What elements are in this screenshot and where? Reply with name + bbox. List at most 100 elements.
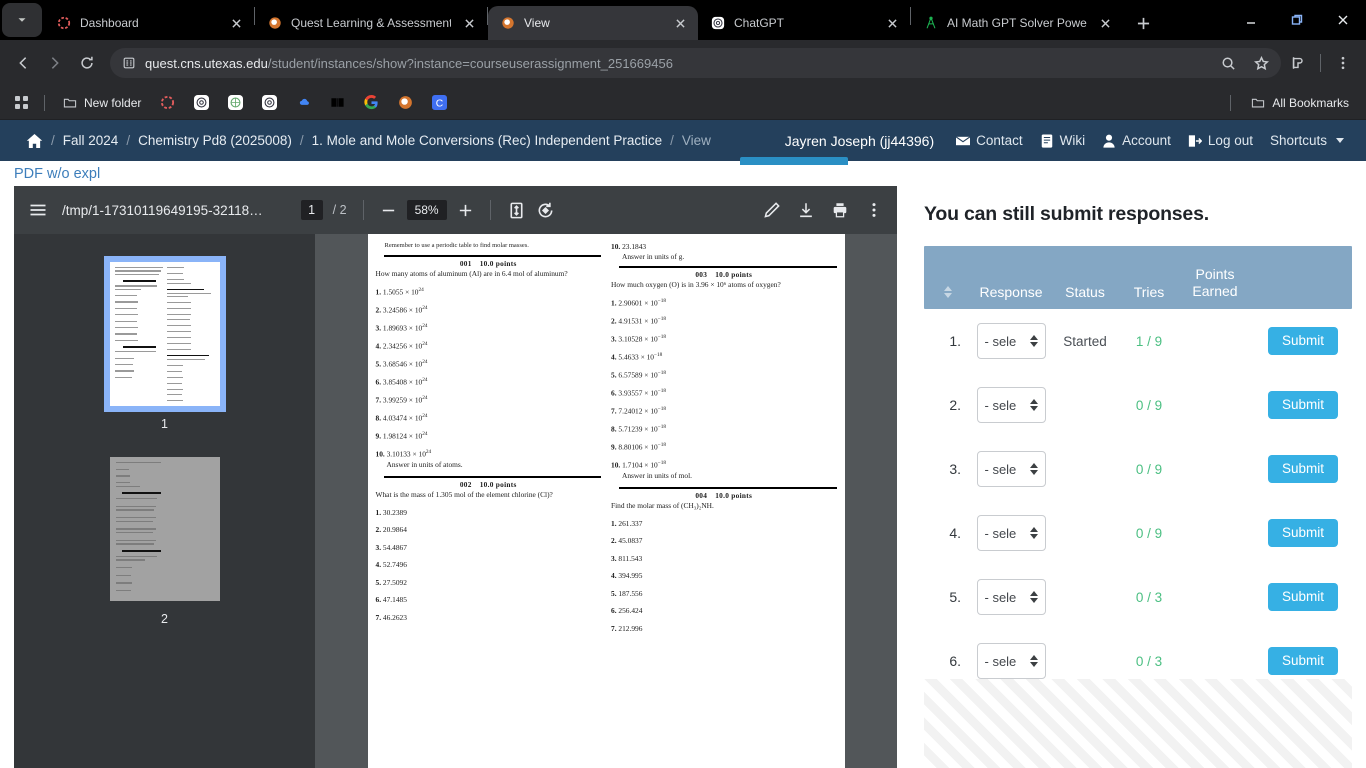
row-tries: 0 / 9 xyxy=(1135,525,1163,541)
back-button[interactable] xyxy=(8,48,38,78)
site-info-icon[interactable] xyxy=(122,56,136,70)
menu-icon[interactable] xyxy=(28,200,48,220)
navbar-shortcuts-dropdown[interactable]: Shortcuts xyxy=(1270,133,1344,148)
close-icon[interactable] xyxy=(1095,13,1115,33)
close-icon[interactable] xyxy=(670,13,690,33)
submit-button[interactable]: Submit xyxy=(1267,326,1338,356)
browser-tab-quest[interactable]: Quest Learning & Assessment xyxy=(255,6,487,40)
table-row: 3. - sele 0 / 9 Submit xyxy=(924,437,1352,501)
pdf-choice-list: 1. 30.2389 2. 20.9864 3. 54.4867 4. 52.7… xyxy=(376,508,602,622)
tab-title: Quest Learning & Assessment xyxy=(291,16,451,30)
bookmark-new-folder[interactable]: New folder xyxy=(55,92,148,114)
submit-cell: Submit xyxy=(1251,454,1352,484)
rotate-icon[interactable] xyxy=(536,201,555,220)
submit-button[interactable]: Submit xyxy=(1267,454,1338,484)
submit-button[interactable]: Submit xyxy=(1267,390,1338,420)
bookmark-google-drive[interactable] xyxy=(288,92,318,114)
reload-button[interactable] xyxy=(72,48,102,78)
response-select[interactable]: - sele xyxy=(976,515,1046,551)
download-icon[interactable] xyxy=(797,201,815,219)
navbar-contact-link[interactable]: Contact xyxy=(956,133,1023,148)
maximize-restore-button[interactable] xyxy=(1274,0,1320,40)
new-tab-button[interactable] xyxy=(1129,9,1157,37)
zoom-out-button[interactable] xyxy=(380,202,397,219)
quest-icon xyxy=(397,95,413,111)
breadcrumb-item-assignment[interactable]: 1. Mole and Mole Conversions (Rec) Indep… xyxy=(312,133,662,148)
response-select-cell: - sele xyxy=(971,451,1051,487)
pdf-zoom-level[interactable]: 58% xyxy=(406,200,447,220)
points-line-2: Earned xyxy=(1192,282,1238,299)
bookmark-quest-dashboard[interactable] xyxy=(152,92,182,114)
more-vertical-icon[interactable] xyxy=(1328,48,1358,78)
annotate-pencil-icon[interactable] xyxy=(763,201,781,219)
submit-cell: Submit xyxy=(1251,390,1352,420)
home-icon[interactable] xyxy=(26,133,43,149)
chevron-updown-icon xyxy=(1029,463,1038,475)
pdf-choice: 10. 23.1843 xyxy=(611,242,647,251)
close-icon[interactable] xyxy=(459,13,479,33)
response-select[interactable]: - sele xyxy=(976,387,1046,423)
browser-tab-chatgpt[interactable]: ChatGPT xyxy=(698,6,910,40)
pdf-choice: 1. 261.337 xyxy=(611,518,643,528)
logout-icon xyxy=(1188,134,1202,148)
tab-search-button[interactable] xyxy=(2,3,42,37)
submit-button[interactable]: Submit xyxy=(1267,582,1338,612)
forward-button[interactable] xyxy=(40,48,70,78)
pdf-thumbnail-page-1[interactable]: 1 xyxy=(103,256,226,431)
url-text: quest.cns.utexas.edu/student/instances/s… xyxy=(145,56,1207,71)
browser-tab-ai-math[interactable]: AI Math GPT Solver Powered xyxy=(911,6,1123,40)
fit-page-icon[interactable] xyxy=(507,201,526,220)
responses-table: Response Status Tries Points Earned 1. -… xyxy=(924,246,1352,693)
more-vertical-icon[interactable] xyxy=(865,201,883,219)
close-icon[interactable] xyxy=(226,13,246,33)
breadcrumb-item-course[interactable]: Chemistry Pd8 (2025008) xyxy=(138,133,292,148)
pdf-choice: 5. 27.5092 xyxy=(375,577,407,587)
bookmark-google[interactable] xyxy=(356,92,386,114)
breadcrumb-item-term[interactable]: Fall 2024 xyxy=(63,133,119,148)
search-icon[interactable] xyxy=(1216,51,1240,75)
submit-button[interactable]: Submit xyxy=(1267,646,1338,676)
navbar-wiki-link[interactable]: Wiki xyxy=(1040,133,1085,148)
pdf-without-explanation-link[interactable]: PDF w/o expl xyxy=(14,166,100,182)
row-tries: 0 / 9 xyxy=(1135,397,1163,413)
pdf-page-area[interactable]: Remember to use a periodic table to find… xyxy=(315,234,897,768)
bookmark-star-icon[interactable] xyxy=(1249,51,1273,75)
navbar-logout-link[interactable]: Log out xyxy=(1188,133,1253,148)
bookmark-canvas[interactable]: C xyxy=(424,92,454,114)
column-header-tries: Tries xyxy=(1133,284,1165,300)
response-select[interactable]: - sele xyxy=(976,451,1046,487)
sort-column-header[interactable] xyxy=(924,286,971,300)
bookmark-chatgpt-1[interactable] xyxy=(186,92,216,114)
pdf-thumbnail-page-2[interactable]: 2 xyxy=(109,457,220,626)
bookmark-quest[interactable] xyxy=(390,92,420,114)
bookmark-chatgpt-2[interactable] xyxy=(254,92,284,114)
response-select[interactable]: - sele xyxy=(976,643,1046,679)
pdf-choice: 7. 3.99259 × 1024 xyxy=(375,395,428,405)
response-select[interactable]: - sele xyxy=(976,579,1046,615)
extensions-icon[interactable] xyxy=(1283,48,1313,78)
navbar-account-link[interactable]: Account xyxy=(1102,133,1171,148)
zoom-in-button[interactable] xyxy=(457,202,474,219)
bookmark-green-app[interactable] xyxy=(220,92,250,114)
submit-button[interactable]: Submit xyxy=(1267,518,1338,548)
pdf-choice: 6. 256.424 xyxy=(611,606,643,616)
response-select[interactable]: - sele xyxy=(976,323,1046,359)
bookmark-book[interactable] xyxy=(322,92,352,114)
pdf-question-header: 004 10.0 points xyxy=(611,491,837,500)
pdf-page-input[interactable]: 1 xyxy=(300,200,323,220)
close-icon[interactable] xyxy=(882,13,902,33)
all-bookmarks-button[interactable]: All Bookmarks xyxy=(1243,92,1356,114)
sort-arrows-icon xyxy=(943,286,952,298)
browser-tab-view[interactable]: View xyxy=(488,6,698,40)
print-icon[interactable] xyxy=(831,201,849,219)
question-points: 10.0 points xyxy=(479,479,517,489)
minimize-button[interactable] xyxy=(1228,0,1274,40)
apps-grid-icon[interactable] xyxy=(10,91,34,115)
browser-tab-dashboard[interactable]: Dashboard xyxy=(44,6,254,40)
pdf-choice-list: 1. 261.337 2. 45.0837 3. 811.543 4. 394.… xyxy=(611,519,837,633)
loading-hatch-area xyxy=(924,679,1352,768)
address-bar[interactable]: quest.cns.utexas.edu/student/instances/s… xyxy=(110,48,1281,78)
close-window-button[interactable] xyxy=(1320,0,1366,40)
breadcrumb-separator: / xyxy=(299,133,304,148)
pdf-thumbnail-sidebar[interactable]: 1 2 xyxy=(14,234,315,768)
